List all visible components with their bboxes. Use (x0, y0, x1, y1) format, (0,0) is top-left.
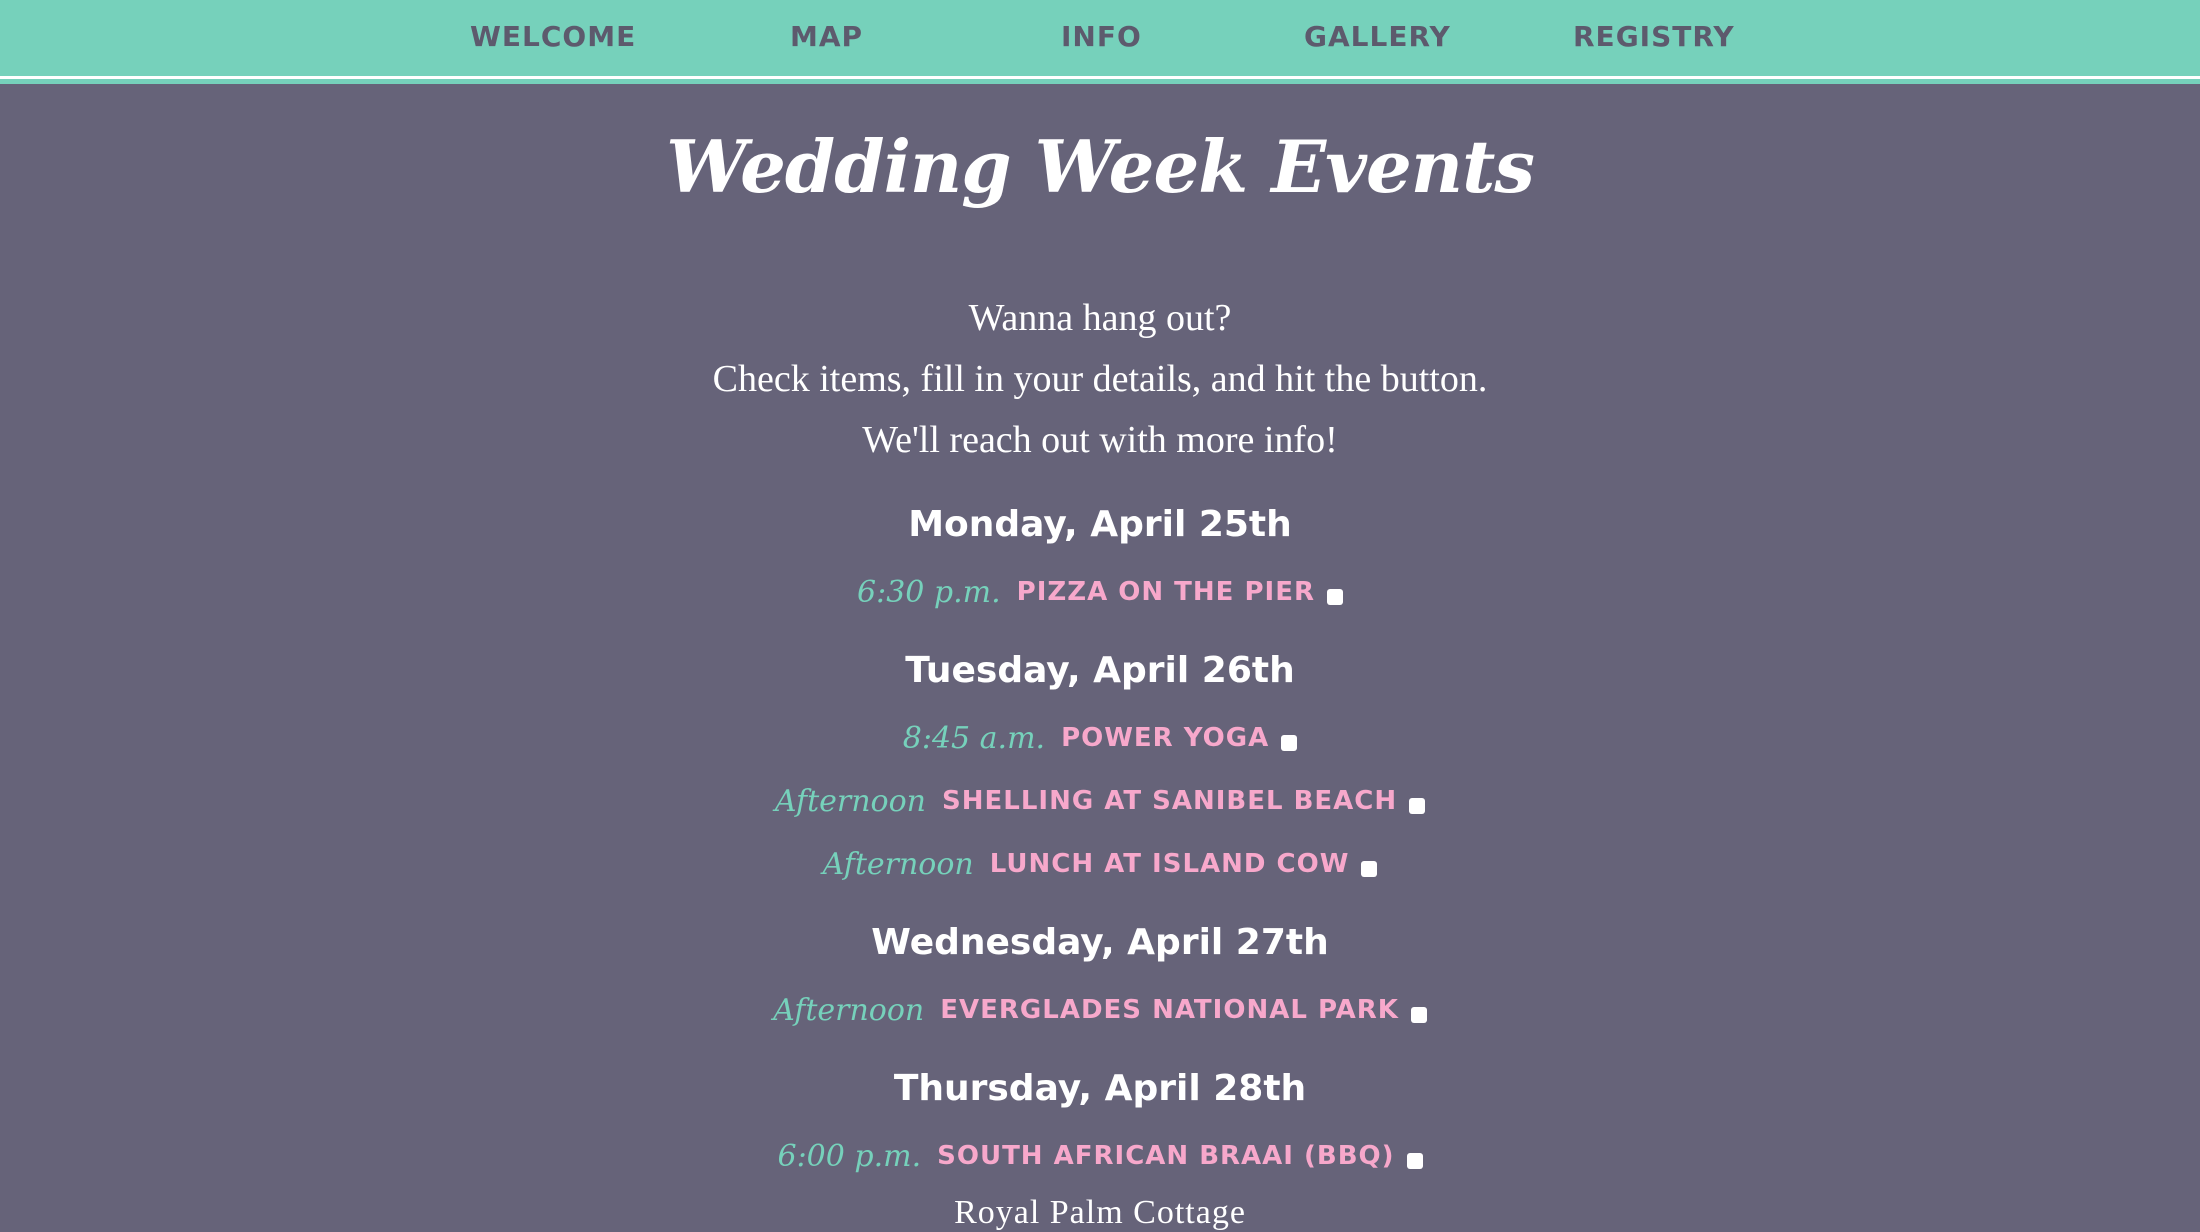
day-heading-tuesday: Tuesday, April 26th (905, 650, 1295, 691)
event-checkbox[interactable] (1410, 1007, 1427, 1023)
nav-link-registry[interactable]: REGISTRY (1573, 20, 1735, 53)
intro-line: We'll reach out with more info! (862, 419, 1338, 461)
event-time: 6:30 p.m. (857, 574, 1001, 610)
nav-link-gallery[interactable]: GALLERY (1304, 20, 1451, 53)
event-row: Afternoon EVERGLADES NATIONAL PARK (0, 990, 2200, 1030)
event-row: 8:45 a.m. POWER YOGA (0, 718, 2200, 758)
event-time: Afternoon (822, 846, 974, 882)
nav-link-map[interactable]: MAP (790, 20, 863, 53)
top-nav-bar: WELCOME MAP INFO GALLERY REGISTRY (0, 0, 2200, 79)
event-row: 6:00 p.m. SOUTH AFRICAN BRAAI (BBQ) (0, 1136, 2200, 1176)
day-heading-wednesday: Wednesday, April 27th (871, 922, 1329, 963)
page-title: Wedding Week Events (666, 124, 1535, 209)
event-checkbox[interactable] (1409, 798, 1426, 814)
event-name: LUNCH AT ISLAND COW (989, 849, 1350, 879)
event-time: 6:00 p.m. (777, 1138, 922, 1174)
event-name: EVERGLADES NATIONAL PARK (940, 995, 1399, 1025)
events-page: Wedding Week Events Wanna hang out? Chec… (0, 84, 2200, 1231)
event-venue: Royal Palm Cottage (954, 1194, 1246, 1231)
event-checkbox[interactable] (1406, 1153, 1423, 1169)
event-name: SHELLING AT SANIBEL BEACH (942, 786, 1398, 816)
day-heading-thursday: Thursday, April 28th (893, 1068, 1307, 1109)
event-time: Afternoon (773, 992, 925, 1028)
event-row: Afternoon LUNCH AT ISLAND COW (0, 844, 2200, 884)
event-checkbox[interactable] (1326, 589, 1343, 605)
event-checkbox[interactable] (1361, 861, 1378, 877)
event-row: Afternoon SHELLING AT SANIBEL BEACH (0, 781, 2200, 821)
event-checkbox[interactable] (1281, 735, 1298, 751)
intro-line: Wanna hang out? (968, 297, 1232, 339)
event-row: 6:30 p.m. PIZZA ON THE PIER (0, 572, 2200, 612)
intro-text: Wanna hang out? Check items, fill in you… (0, 288, 2200, 471)
intro-line: Check items, fill in your details, and h… (712, 358, 1488, 400)
event-name: SOUTH AFRICAN BRAAI (BBQ) (937, 1141, 1395, 1171)
event-name: PIZZA ON THE PIER (1016, 577, 1315, 607)
nav-link-welcome[interactable]: WELCOME (470, 20, 636, 53)
day-heading-monday: Monday, April 25th (908, 504, 1292, 545)
event-time: 8:45 a.m. (902, 720, 1046, 756)
nav-link-info[interactable]: INFO (1061, 20, 1142, 53)
event-time: Afternoon (774, 783, 927, 819)
event-name: POWER YOGA (1061, 723, 1270, 753)
